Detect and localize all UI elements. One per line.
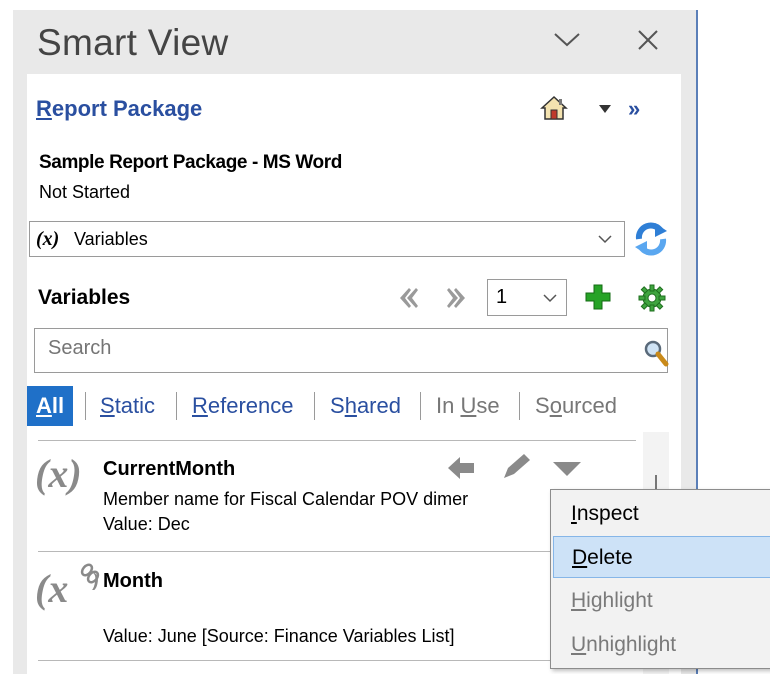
- filter-static[interactable]: Static: [100, 386, 155, 426]
- filter-static-accesskey: S: [100, 393, 115, 418]
- menu-item-delete[interactable]: Delete: [553, 536, 770, 578]
- variable-value: Value: Dec: [103, 514, 190, 534]
- refresh-icon[interactable]: [631, 219, 671, 259]
- filter-reference-accesskey: R: [192, 393, 208, 418]
- divider: [38, 660, 636, 661]
- filter-sourced-pre: S: [535, 393, 550, 418]
- previous-page-icon[interactable]: [397, 285, 419, 311]
- search-icon[interactable]: [643, 339, 669, 367]
- search-placeholder: Search: [48, 337, 112, 359]
- variable-icon: (x): [35, 451, 82, 496]
- filter-shared-accesskey: h: [344, 393, 357, 418]
- dropdown-arrow-icon[interactable]: [598, 104, 612, 114]
- filter-in-use[interactable]: In Use: [436, 386, 500, 426]
- report-package-link-rest: eport Package: [51, 96, 203, 121]
- divider: [38, 440, 636, 441]
- link-icon: ): [80, 563, 99, 590]
- filter-all-rest: ll: [51, 393, 65, 418]
- search-input[interactable]: Search: [34, 328, 669, 373]
- panel-selector-combo[interactable]: (x) Variables: [29, 221, 625, 257]
- variables-heading: Variables: [38, 286, 131, 309]
- filter-divider: [176, 392, 177, 420]
- filter-divider: [519, 392, 520, 420]
- edit-pencil-icon[interactable]: [500, 452, 532, 482]
- menu-item-highlight[interactable]: Highlight: [553, 580, 770, 622]
- pane-title: Smart View: [37, 22, 229, 63]
- variable-name: Month: [103, 570, 163, 592]
- filter-in-use-pre: In: [436, 393, 461, 418]
- chevron-down-icon[interactable]: [597, 233, 613, 245]
- filter-in-use-accesskey: U: [460, 393, 477, 418]
- panel-selector-value: Variables: [74, 229, 148, 249]
- context-menu: Inspect Delete Highlight Unhighlight: [550, 489, 770, 669]
- filter-sourced[interactable]: Sourced: [535, 386, 617, 426]
- filter-static-rest: tatic: [114, 393, 156, 418]
- page-select-value: 1: [496, 286, 508, 308]
- reference-variable-icon: (x: [35, 566, 69, 611]
- filter-divider: [85, 392, 86, 420]
- menu-item-highlight-rest: ighlight: [586, 589, 653, 612]
- filter-all[interactable]: All: [27, 386, 74, 426]
- menu-item-inspect-rest: nspect: [576, 502, 639, 525]
- filter-shared-pre: S: [330, 393, 345, 418]
- chevron-down-icon[interactable]: [553, 28, 581, 50]
- next-page-icon[interactable]: [446, 285, 468, 311]
- more-options-icon[interactable]: »: [628, 96, 640, 122]
- close-icon[interactable]: [636, 28, 660, 52]
- menu-item-unhighlight[interactable]: Unhighlight: [553, 624, 770, 666]
- package-status: Not Started: [39, 182, 131, 202]
- menu-item-highlight-accesskey: H: [571, 589, 587, 612]
- add-variable-icon[interactable]: [584, 283, 612, 311]
- filter-shared-rest: ared: [356, 393, 401, 418]
- page-select[interactable]: 1: [487, 279, 567, 316]
- filter-sourced-accesskey: o: [549, 393, 562, 418]
- menu-item-delete-rest: elete: [587, 546, 633, 569]
- menu-item-delete-accesskey: D: [572, 546, 588, 569]
- variable-name: CurrentMonth: [103, 458, 236, 480]
- filter-in-use-rest: se: [476, 393, 500, 418]
- filter-reference-rest: eference: [207, 393, 294, 418]
- insert-arrow-icon[interactable]: [446, 455, 476, 481]
- menu-item-inspect[interactable]: Inspect: [553, 493, 770, 535]
- divider: [38, 551, 636, 552]
- package-name: Sample Report Package - MS Word: [39, 152, 342, 173]
- filter-divider: [420, 392, 421, 420]
- filter-divider: [314, 392, 315, 420]
- report-package-link[interactable]: Report Package: [36, 96, 202, 122]
- variable-value: Value: June [Source: Finance Variables L…: [103, 626, 455, 646]
- gear-icon[interactable]: [637, 283, 667, 313]
- variable-description: Member name for Fiscal Calendar POV dime…: [103, 489, 469, 509]
- variables-icon: (x): [36, 228, 60, 250]
- filter-reference[interactable]: Reference: [192, 386, 294, 426]
- report-package-link-accesskey: R: [36, 96, 52, 121]
- chevron-down-icon: [543, 294, 557, 303]
- more-actions-dropdown-icon[interactable]: [551, 460, 583, 478]
- svg-text:): ): [90, 568, 99, 590]
- filter-sourced-rest: urced: [561, 393, 617, 418]
- filter-shared[interactable]: Shared: [330, 386, 401, 426]
- menu-item-unhighlight-rest: nhighlight: [586, 633, 677, 656]
- filter-all-accesskey: A: [36, 393, 52, 418]
- home-icon[interactable]: [540, 94, 568, 122]
- menu-item-unhighlight-accesskey: U: [571, 633, 587, 656]
